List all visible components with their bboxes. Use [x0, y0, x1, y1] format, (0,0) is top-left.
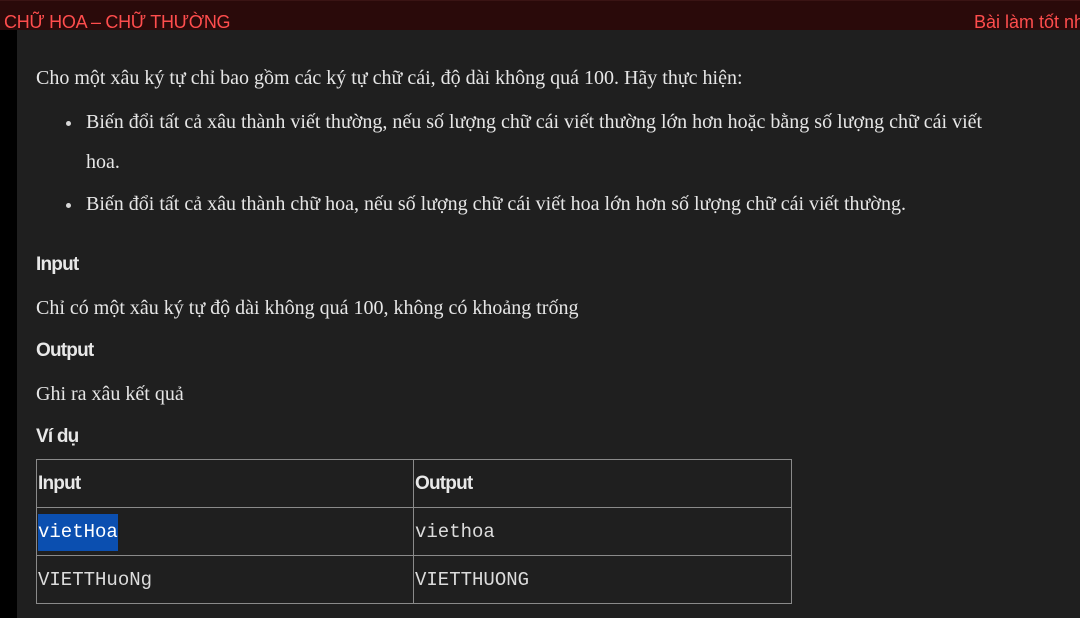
table-cell-input[interactable]: VIETTHuoNg [36, 555, 414, 604]
table-cell-input[interactable]: vietHoa [36, 507, 414, 556]
problem-title: CHỮ HOA – CHỮ THƯỜNG [4, 12, 231, 30]
example-heading: Ví dụ [36, 426, 79, 447]
selected-input-text[interactable]: vietHoa [38, 513, 118, 551]
table-cell-output[interactable]: VIETTHUONG [413, 555, 792, 604]
bullet-1-line-1: Biến đổi tất cả xâu thành viết thường, n… [86, 111, 983, 133]
examples-table: Input Output vietHoa viethoa VIETTHuoNg … [36, 459, 792, 604]
input-heading: Input [36, 254, 79, 275]
table-cell-output[interactable]: viethoa [413, 507, 792, 556]
bullet-1-line-2: hoa. [86, 151, 120, 173]
status-link[interactable]: Bài làm tốt nh [974, 11, 1080, 30]
bullet-2-line-1: Biến đổi tất cả xâu thành chữ hoa, nếu s… [86, 193, 906, 215]
output-description: Ghi ra xâu kết quả [36, 383, 184, 405]
table-header-output: Output [413, 459, 792, 508]
table-header-input: Input [36, 459, 414, 508]
top-bar: CHỮ HOA – CHỮ THƯỜNG Bài làm tốt nh [0, 0, 1080, 30]
table-header-row: Input Output [36, 459, 792, 508]
input-description: Chỉ có một xâu ký tự độ dài không quá 10… [36, 297, 579, 319]
bullet-dot [66, 121, 71, 126]
table-row: vietHoa viethoa [36, 507, 792, 556]
table-row: VIETTHuoNg VIETTHUONG [36, 555, 792, 604]
problem-intro: Cho một xâu ký tự chỉ bao gồm các ký tự … [36, 67, 743, 89]
output-heading: Output [36, 340, 94, 361]
bullet-dot [66, 203, 71, 208]
